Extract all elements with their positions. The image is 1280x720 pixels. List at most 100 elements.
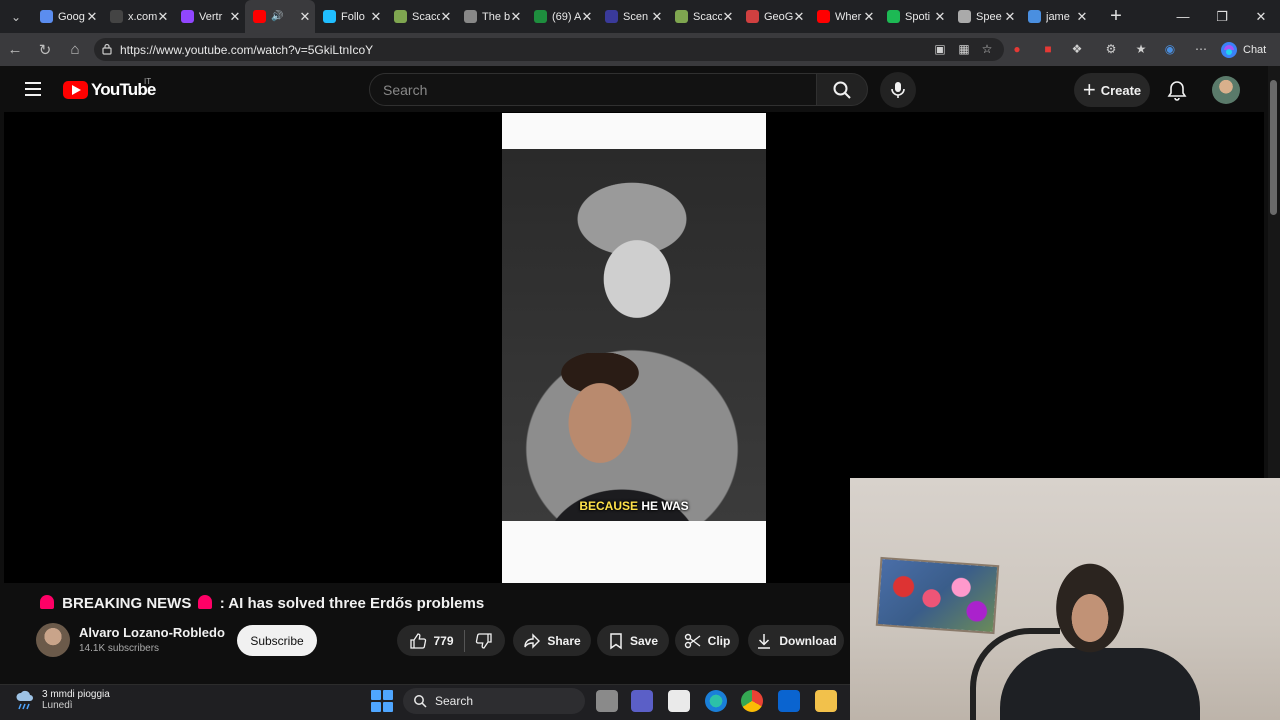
browser-tab-label: Scacc xyxy=(412,10,440,23)
like-count[interactable]: 779 xyxy=(433,634,453,648)
thumbs-down-icon[interactable] xyxy=(475,632,493,650)
favorites-icon[interactable]: ★ xyxy=(1133,41,1149,57)
extension-badge-icon[interactable]: ■ xyxy=(1040,41,1056,57)
new-tab-button[interactable]: + xyxy=(1100,0,1132,33)
close-tab-icon[interactable]: ✕ xyxy=(722,9,734,25)
browser-tab-label: Goog xyxy=(58,10,85,23)
channel-avatar[interactable] xyxy=(36,623,70,657)
close-tab-icon[interactable]: ✕ xyxy=(510,9,522,25)
browser-tab[interactable]: Spoti ✕ xyxy=(879,0,950,33)
browser-tab[interactable]: The b ✕ xyxy=(456,0,526,33)
account-avatar[interactable] xyxy=(1212,76,1240,104)
browser-tab[interactable]: (69) A ✕ xyxy=(526,0,597,33)
browser-tab[interactable]: 🔊 ✕ xyxy=(245,0,315,33)
copilot-chat-button[interactable]: Chat xyxy=(1220,39,1272,61)
browser-tab-label: GeoG xyxy=(764,10,793,23)
browser-tab[interactable]: Goog ✕ xyxy=(32,0,102,33)
address-bar[interactable]: https://www.youtube.com/watch?v=5GkiLtnI… xyxy=(94,38,1004,61)
close-tab-icon[interactable]: ✕ xyxy=(651,9,663,25)
save-button[interactable]: Save xyxy=(597,625,669,656)
weather-widget[interactable]: 3 mmdi pioggia Lunedì xyxy=(14,689,110,711)
browser-tab[interactable]: x.com ✕ xyxy=(102,0,173,33)
browser-tab[interactable]: Scacc ✕ xyxy=(667,0,738,33)
browser-tab[interactable]: Scen ✕ xyxy=(597,0,667,33)
voice-search-button[interactable] xyxy=(880,72,916,108)
browser-tab[interactable]: jame ✕ xyxy=(1020,0,1092,33)
teams-icon[interactable] xyxy=(631,690,653,712)
twitch-icon xyxy=(181,10,194,23)
reload-button[interactable]: ↻ xyxy=(30,33,60,66)
close-tab-icon[interactable]: ✕ xyxy=(793,9,805,25)
more-menu-icon[interactable]: ⋯ xyxy=(1193,41,1209,57)
close-tab-icon[interactable]: ✕ xyxy=(1004,9,1016,25)
browser-tab[interactable]: Vertr ✕ xyxy=(173,0,245,33)
share-button[interactable]: Share xyxy=(513,625,591,656)
performance-icon[interactable]: ⚙ xyxy=(1103,41,1119,57)
search-icon xyxy=(1028,10,1041,23)
close-tab-icon[interactable]: ✕ xyxy=(229,9,241,25)
browser-tab[interactable]: Wher ✕ xyxy=(809,0,879,33)
scrollbar-thumb[interactable] xyxy=(1270,80,1277,215)
create-button[interactable]: + Create xyxy=(1074,73,1150,107)
profile-extension-icon[interactable]: ◉ xyxy=(1162,41,1178,57)
clip-button[interactable]: Clip xyxy=(675,625,739,656)
close-tab-icon[interactable]: ✕ xyxy=(157,9,169,25)
extension-red-icon[interactable]: ● xyxy=(1009,41,1025,57)
search-icon xyxy=(833,81,851,99)
edge-browser-icon[interactable] xyxy=(705,690,727,712)
close-tab-icon[interactable]: ✕ xyxy=(86,9,98,25)
chrome-icon[interactable] xyxy=(741,690,763,712)
extensions-icon[interactable]: ❖ xyxy=(1069,41,1085,57)
subscribe-label: Subscribe xyxy=(250,633,304,648)
close-tab-icon[interactable]: ✕ xyxy=(299,9,311,25)
video-caption: BECAUSE HE WAS xyxy=(502,499,766,513)
close-tab-icon[interactable]: ✕ xyxy=(581,9,593,25)
notifications-bell-icon[interactable] xyxy=(1166,79,1188,101)
youtube-logo[interactable]: YouTube IT xyxy=(63,77,156,100)
browser-tab-label: Spee xyxy=(976,10,1002,23)
app-available-icon[interactable]: ▦ xyxy=(956,41,972,57)
close-tab-icon[interactable]: ✕ xyxy=(370,9,382,25)
siren-emoji-icon xyxy=(197,595,212,609)
back-button[interactable]: ← xyxy=(0,33,30,66)
browser-tab[interactable]: Scacc ✕ xyxy=(386,0,456,33)
browser-tab-label: The b xyxy=(482,10,510,23)
close-tab-icon[interactable]: ✕ xyxy=(934,9,946,25)
browser-tab[interactable]: Follo ✕ xyxy=(315,0,386,33)
search-button[interactable] xyxy=(816,73,868,106)
chess-icon xyxy=(394,10,407,23)
favorite-star-icon[interactable]: ☆ xyxy=(979,41,995,57)
windows-start-icon[interactable] xyxy=(371,690,393,712)
browser-tab[interactable]: Spee ✕ xyxy=(950,0,1020,33)
microsoft-store-icon[interactable] xyxy=(668,690,690,712)
share-icon xyxy=(524,632,541,649)
minimize-button[interactable]: — xyxy=(1164,0,1202,33)
browser-tab-label: Follo xyxy=(341,10,365,23)
channel-name[interactable]: Alvaro Lozano-Robledo xyxy=(79,625,225,640)
taskbar-search[interactable]: Search xyxy=(403,688,585,714)
browser-tab-strip: ⌄ Goog ✕ x.com ✕ Vertr ✕ 🔊 ✕ Follo ✕ Scacc ✕ The b ✕(… xyxy=(0,0,1280,33)
guide-menu-icon[interactable] xyxy=(25,82,41,96)
video-frame[interactable]: BECAUSE HE WAS xyxy=(502,113,766,583)
close-tab-icon[interactable]: ✕ xyxy=(863,9,875,25)
search-input[interactable]: Search xyxy=(369,73,817,106)
translate-icon[interactable]: ▣ xyxy=(932,41,948,57)
restore-button[interactable]: ❐ xyxy=(1203,0,1241,33)
tab-audio-icon[interactable]: 🔊 xyxy=(271,11,283,22)
close-window-button[interactable]: ✕ xyxy=(1242,0,1280,33)
close-tab-icon[interactable]: ✕ xyxy=(1076,9,1088,25)
thumbs-up-icon[interactable] xyxy=(409,632,427,650)
weather-day: Lunedì xyxy=(42,700,73,711)
download-button[interactable]: Download xyxy=(748,625,844,656)
subscribe-button[interactable]: Subscribe xyxy=(237,625,317,656)
tab-actions-menu-icon[interactable]: ⌄ xyxy=(0,0,32,33)
home-button[interactable]: ⌂ xyxy=(60,33,90,66)
spotify-icon xyxy=(887,10,900,23)
close-tab-icon[interactable]: ✕ xyxy=(440,9,452,25)
generic-icon xyxy=(464,10,477,23)
google-docs-icon xyxy=(40,10,53,23)
task-view-icon[interactable] xyxy=(596,690,618,712)
file-explorer-icon[interactable] xyxy=(815,690,837,712)
outlook-icon[interactable] xyxy=(778,690,800,712)
browser-tab[interactable]: GeoG ✕ xyxy=(738,0,809,33)
